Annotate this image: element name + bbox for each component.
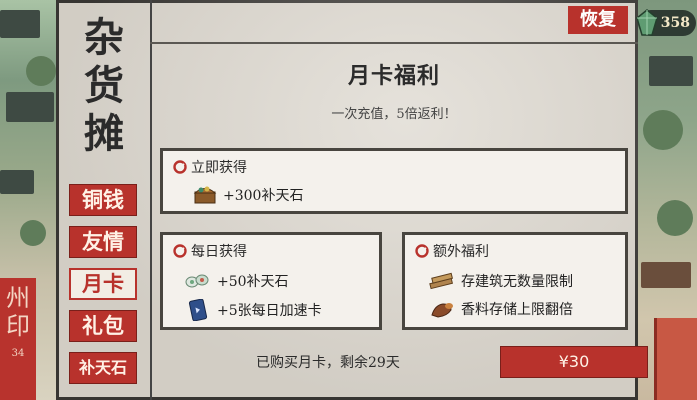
header-strip xyxy=(150,0,638,44)
daily-rewards-box: 每日获得 +50补天石 +5张每日加速卡 xyxy=(160,232,382,330)
tab-gift-pack[interactable]: 礼包 xyxy=(69,310,137,342)
spice-icon xyxy=(431,303,453,318)
jade-stones-icon xyxy=(185,274,209,288)
restore-button[interactable]: 恢复 xyxy=(568,6,628,34)
instant-rewards-box: 立即获得 +300补天石 xyxy=(160,148,628,214)
extra-benefits-box: 额外福利 存建筑无数量限制 香料存储上限翻倍 xyxy=(402,232,628,330)
benefit-item: 存建筑无数量限制 xyxy=(429,271,573,291)
instant-rewards-heading: 立即获得 xyxy=(173,157,247,177)
swirl-icon xyxy=(173,244,187,258)
tree xyxy=(657,200,693,236)
tree xyxy=(20,220,46,246)
building-roof xyxy=(0,170,34,194)
tab-friendship[interactable]: 友情 xyxy=(69,226,137,258)
shop-title-char: 摊 xyxy=(84,110,124,157)
background-banner: 州印 34 xyxy=(0,278,36,400)
purchase-button[interactable]: ¥30 xyxy=(500,346,648,378)
reward-item: +5张每日加速卡 xyxy=(185,299,322,321)
heading-label: 立即获得 xyxy=(191,160,247,176)
shop-title: 杂 货 摊 xyxy=(78,14,130,158)
background-pillar xyxy=(654,318,697,400)
building-roof xyxy=(649,56,693,86)
card-title: 月卡福利 xyxy=(347,63,440,89)
subscription-status: 已购买月卡，剩余29天 xyxy=(256,355,400,371)
benefit-label: 存建筑无数量限制 xyxy=(461,274,573,290)
extra-benefits-heading: 额外福利 xyxy=(415,241,489,261)
tab-monthly-card[interactable]: 月卡 xyxy=(69,268,137,300)
daily-rewards-heading: 每日获得 xyxy=(173,241,247,261)
treasure-chest-icon xyxy=(193,186,217,204)
benefit-item: 香料存储上限翻倍 xyxy=(429,299,573,319)
swirl-icon xyxy=(415,244,429,258)
shop-title-char: 货 xyxy=(84,62,124,109)
reward-item: +300补天石 xyxy=(193,185,303,205)
reward-label: +5张每日加速卡 xyxy=(217,303,322,319)
building-roof xyxy=(0,10,40,38)
tab-copper-coins[interactable]: 铜钱 xyxy=(69,184,137,216)
shop-panel: 杂 货 摊 铜钱 友情 月卡 礼包 补天石 恢复 月卡福利 一次充值，5倍返利！… xyxy=(56,0,648,400)
heading-label: 额外福利 xyxy=(433,244,489,260)
shop-sidebar: 杂 货 摊 铜钱 友情 月卡 礼包 补天石 xyxy=(56,0,152,400)
tree xyxy=(643,110,683,150)
building-roof xyxy=(6,92,54,122)
shop-title-char: 杂 xyxy=(84,14,124,61)
jade-currency-counter: 358 xyxy=(636,9,696,36)
building-materials-icon xyxy=(429,272,454,290)
jade-count: 358 xyxy=(660,15,690,31)
speedup-card-icon xyxy=(188,299,208,321)
banner-text: 州印 xyxy=(6,284,30,340)
tree xyxy=(26,56,56,86)
tab-jade-stones[interactable]: 补天石 xyxy=(69,352,137,384)
banner-small-text: 34 xyxy=(11,348,25,359)
reward-label: +300补天石 xyxy=(223,188,304,204)
swirl-icon xyxy=(173,160,187,174)
card-subtitle: 一次充值，5倍返利！ xyxy=(331,107,457,122)
reward-label: +50补天石 xyxy=(217,274,289,290)
heading-label: 每日获得 xyxy=(191,244,247,260)
monthly-card-content: 恢复 月卡福利 一次充值，5倍返利！ 立即获得 +300补天石 每日获得 +50… xyxy=(150,0,648,400)
jade-gem-icon xyxy=(636,9,658,36)
reward-item: +50补天石 xyxy=(185,271,289,291)
building-roof xyxy=(641,262,691,288)
benefit-label: 香料存储上限翻倍 xyxy=(461,302,573,318)
